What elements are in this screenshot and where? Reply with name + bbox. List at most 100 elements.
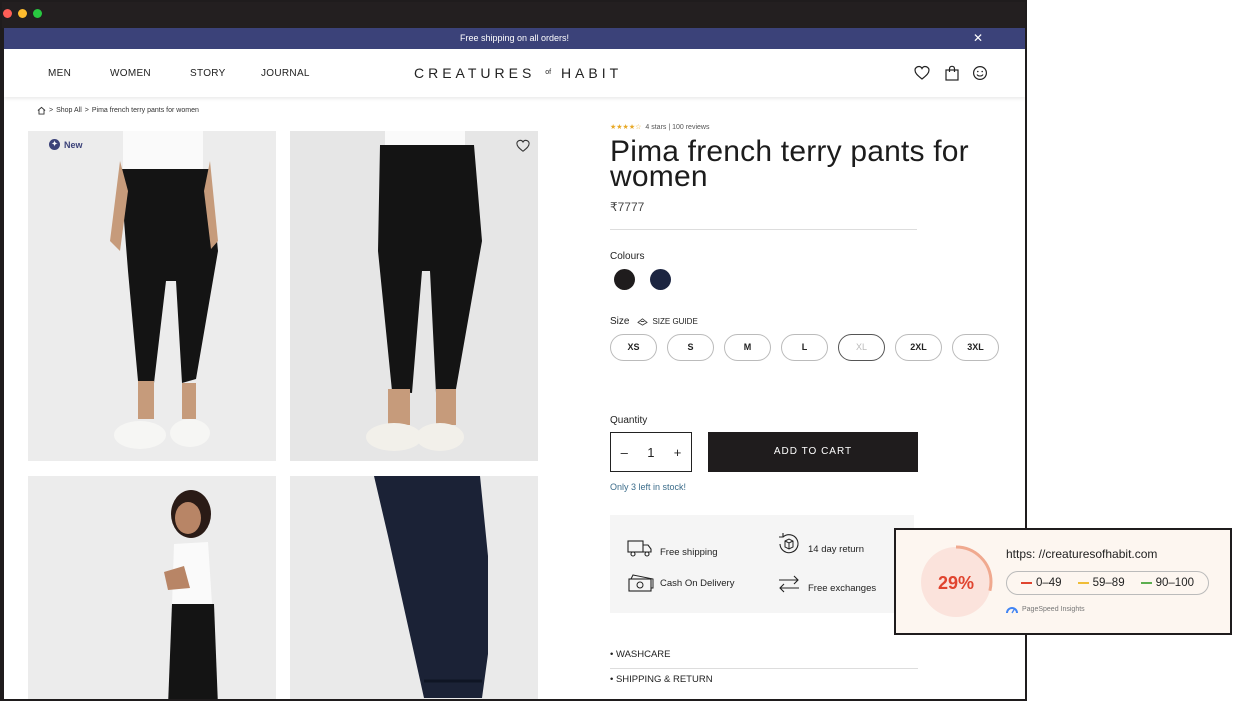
new-badge: ✦ New bbox=[49, 139, 83, 150]
perk-free-exchanges: Free exchanges bbox=[776, 573, 876, 595]
colours-label: Colours bbox=[610, 251, 645, 262]
pagespeed-brand: PageSpeed Insights bbox=[1006, 604, 1085, 614]
star-rating-icon: ★★★★☆ bbox=[610, 124, 642, 131]
accordion-washcare[interactable]: • WASHCARE bbox=[610, 649, 918, 669]
pagespeed-card: 29% https: //creaturesofhabit.com 0–49 5… bbox=[894, 528, 1232, 635]
site-url: https: //creaturesofhabit.com bbox=[1006, 547, 1158, 561]
home-icon[interactable] bbox=[37, 106, 46, 115]
brand-logo[interactable]: CREATURES of HABIT bbox=[414, 65, 622, 81]
quantity-increase-button[interactable]: + bbox=[674, 445, 682, 460]
return-box-icon bbox=[779, 533, 799, 554]
logo-word-of: of bbox=[545, 69, 552, 76]
perk-label: Free exchanges bbox=[808, 582, 877, 594]
cash-icon bbox=[628, 574, 654, 592]
quantity-stepper: – 1 + bbox=[610, 432, 692, 472]
accordion-shipping-return[interactable]: • SHIPPING & RETURN bbox=[610, 674, 918, 694]
legend-poor-swatch bbox=[1021, 582, 1032, 584]
size-options: XS S M L XL 2XL 3XL bbox=[610, 334, 999, 361]
logo-word-creatures: CREATURES bbox=[414, 65, 536, 81]
legend-good-label: 90–100 bbox=[1155, 577, 1194, 589]
size-option-xs[interactable]: XS bbox=[610, 334, 657, 361]
legend-average-label: 59–89 bbox=[1092, 577, 1125, 589]
pants-detail-image bbox=[290, 476, 538, 699]
legend-good-swatch bbox=[1140, 582, 1152, 584]
legend-poor-label: 0–49 bbox=[1036, 577, 1062, 589]
size-option-l[interactable]: L bbox=[781, 334, 828, 361]
product-photo-side[interactable] bbox=[28, 476, 276, 699]
legend-poor: 0–49 bbox=[1021, 577, 1062, 589]
wishlist-heart-icon[interactable] bbox=[914, 65, 930, 81]
stock-status: Only 3 left in stock! bbox=[610, 482, 687, 492]
score-legend: 0–49 59–89 90–100 bbox=[1006, 571, 1209, 595]
breadcrumb-separator: > bbox=[84, 107, 89, 114]
product-photo-detail[interactable] bbox=[290, 476, 538, 699]
announcement-text: Free shipping on all orders! bbox=[459, 33, 570, 43]
nav-link-story[interactable]: STORY bbox=[190, 68, 226, 79]
size-guide-label: SIZE GUIDE bbox=[652, 317, 698, 326]
perk-label: Cash On Delivery bbox=[660, 577, 735, 589]
pagespeed-brand-label: PageSpeed Insights bbox=[1022, 605, 1085, 613]
star-badge-icon: ✦ bbox=[49, 139, 60, 150]
product-photo-back[interactable] bbox=[290, 131, 538, 461]
product-title: Pima french terry pants for women bbox=[610, 135, 969, 193]
score-value: 29% bbox=[938, 573, 974, 593]
perk-free-shipping: Free shipping bbox=[626, 537, 718, 558]
size-option-2xl[interactable]: 2XL bbox=[895, 334, 942, 361]
legend-average: 59–89 bbox=[1077, 577, 1125, 589]
main-navigation: MEN WOMEN STORY JOURNAL CREATURES of HAB… bbox=[4, 49, 1025, 97]
breadcrumb-shop-all[interactable]: Shop All bbox=[56, 107, 82, 114]
nav-link-journal[interactable]: JOURNAL bbox=[261, 68, 310, 79]
exchange-arrows-icon bbox=[779, 575, 799, 593]
window-titlebar bbox=[2, 2, 1025, 28]
legend-good: 90–100 bbox=[1140, 577, 1194, 589]
size-label: Size bbox=[610, 316, 630, 327]
size-option-s[interactable]: S bbox=[667, 334, 714, 361]
perk-cash-on-delivery: Cash On Delivery bbox=[626, 573, 734, 593]
add-to-cart-button[interactable]: ADD TO CART bbox=[708, 432, 918, 472]
quantity-decrease-button[interactable]: – bbox=[621, 445, 628, 460]
account-smiley-icon[interactable] bbox=[972, 65, 988, 81]
performance-score-gauge: 29% bbox=[919, 545, 993, 619]
nav-link-men[interactable]: MEN bbox=[48, 68, 71, 79]
colour-swatch-navy[interactable] bbox=[650, 269, 671, 290]
rating-text: 4 stars | 100 reviews bbox=[645, 123, 710, 131]
legend-average-swatch bbox=[1077, 582, 1089, 584]
size-option-m[interactable]: M bbox=[724, 334, 771, 361]
size-guide-link[interactable]: SIZE GUIDE bbox=[637, 317, 698, 326]
pagespeed-logo-icon bbox=[1006, 607, 1018, 614]
colour-swatch-black[interactable] bbox=[614, 269, 635, 290]
logo-word-habit: HABIT bbox=[560, 65, 623, 81]
perks-box: Free shipping 14 day return Cash On Deli… bbox=[610, 515, 914, 613]
browser-window: Free shipping on all orders! ✕ MEN WOMEN… bbox=[0, 0, 1027, 701]
size-row: Size SIZE GUIDE bbox=[610, 316, 698, 327]
shopping-bag-icon[interactable] bbox=[944, 65, 960, 81]
size-guide-icon bbox=[637, 318, 649, 326]
model-side-image bbox=[28, 476, 276, 699]
perk-label: 14 day return bbox=[808, 543, 864, 555]
breadcrumb-separator: > bbox=[49, 107, 54, 114]
size-option-3xl[interactable]: 3XL bbox=[952, 334, 999, 361]
minimize-window-button[interactable] bbox=[18, 9, 27, 18]
quantity-value[interactable]: 1 bbox=[647, 445, 654, 460]
rating-row[interactable]: ★★★★☆ 4 stars | 100 reviews bbox=[610, 123, 1020, 132]
breadcrumb: > Shop All > Pima french terry pants for… bbox=[37, 106, 199, 115]
delivery-truck-icon bbox=[627, 539, 652, 557]
quantity-label: Quantity bbox=[610, 415, 648, 426]
product-price: ₹7777 bbox=[610, 200, 645, 214]
favorite-heart-icon[interactable] bbox=[516, 139, 530, 153]
close-icon[interactable]: ✕ bbox=[973, 28, 983, 49]
product-photo-front[interactable]: ✦ New bbox=[28, 131, 276, 461]
web-page: Free shipping on all orders! ✕ MEN WOMEN… bbox=[4, 28, 1025, 699]
breadcrumb-current: Pima french terry pants for women bbox=[91, 107, 199, 114]
perk-label: Free shipping bbox=[660, 547, 718, 558]
announcement-bar: Free shipping on all orders! ✕ bbox=[4, 28, 1025, 49]
maximize-window-button[interactable] bbox=[33, 9, 42, 18]
divider bbox=[610, 229, 917, 230]
perk-14-day-return: 14 day return bbox=[776, 531, 864, 557]
nav-link-women[interactable]: WOMEN bbox=[110, 68, 151, 79]
new-badge-label: New bbox=[64, 139, 83, 150]
close-window-button[interactable] bbox=[3, 9, 12, 18]
model-front-image bbox=[28, 131, 276, 461]
size-option-xl[interactable]: XL bbox=[838, 334, 885, 361]
model-back-image bbox=[290, 131, 538, 461]
